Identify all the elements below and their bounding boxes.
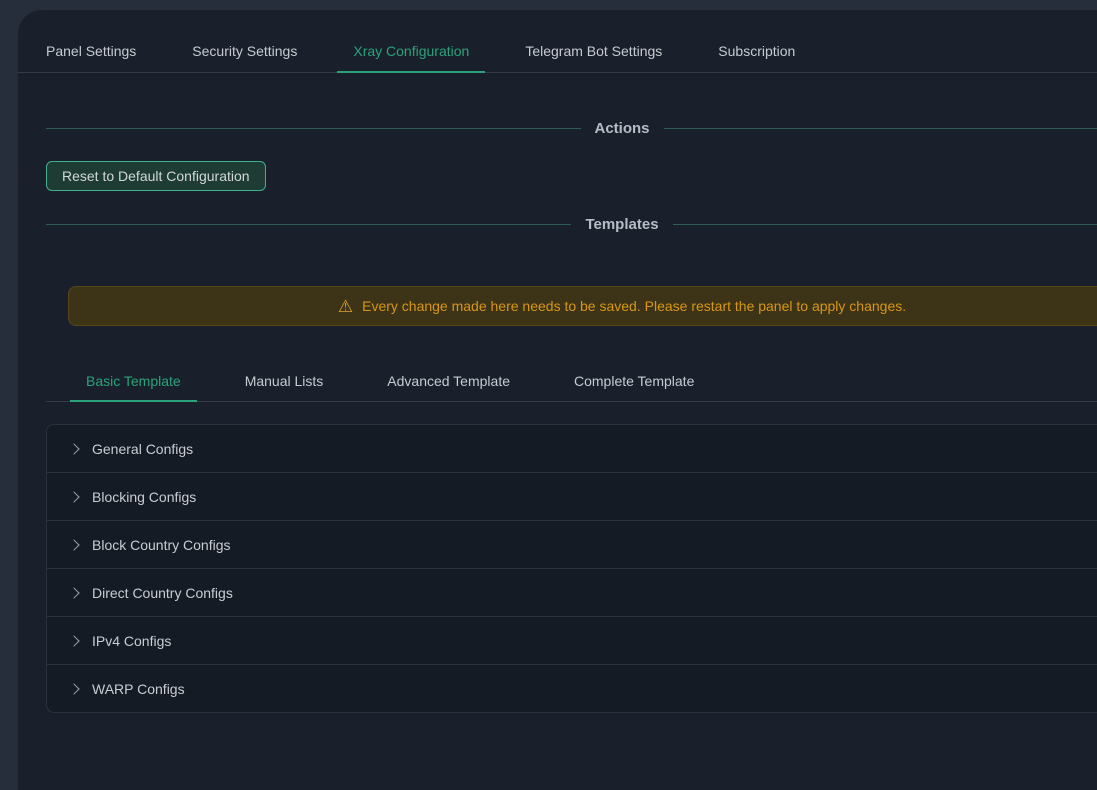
chevron-right-icon — [68, 683, 79, 694]
actions-divider: Actions — [46, 118, 1097, 138]
config-sections-accordion: General Configs Blocking Configs Block C… — [46, 424, 1097, 713]
accordion-item-label: WARP Configs — [92, 681, 185, 697]
accordion-item-label: IPv4 Configs — [92, 633, 171, 649]
tab-complete-template[interactable]: Complete Template — [558, 361, 710, 401]
divider-line — [46, 128, 581, 129]
tab-panel-settings[interactable]: Panel Settings — [30, 43, 152, 72]
accordion-item-label: Direct Country Configs — [92, 585, 233, 601]
template-tab-bar: Basic Template Manual Lists Advanced Tem… — [46, 361, 1097, 402]
warning-message: Every change made here needs to be saved… — [362, 298, 906, 314]
settings-card: Panel Settings Security Settings Xray Co… — [18, 10, 1097, 790]
divider-line — [673, 224, 1097, 225]
tab-xray-configuration[interactable]: Xray Configuration — [337, 43, 485, 72]
accordion-item-ipv4-configs[interactable]: IPv4 Configs — [47, 617, 1097, 665]
main-tab-bar: Panel Settings Security Settings Xray Co… — [18, 10, 1097, 73]
chevron-right-icon — [68, 491, 79, 502]
chevron-right-icon — [68, 635, 79, 646]
accordion-item-label: General Configs — [92, 441, 193, 457]
chevron-right-icon — [68, 539, 79, 550]
divider-line — [46, 224, 571, 225]
restart-warning-banner: ⚠ Every change made here needs to be sav… — [68, 286, 1097, 326]
tab-advanced-template[interactable]: Advanced Template — [371, 361, 526, 401]
tab-subscription[interactable]: Subscription — [702, 43, 811, 72]
accordion-item-blocking-configs[interactable]: Blocking Configs — [47, 473, 1097, 521]
tab-manual-lists[interactable]: Manual Lists — [229, 361, 340, 401]
tab-security-settings[interactable]: Security Settings — [176, 43, 313, 72]
actions-divider-title: Actions — [581, 120, 664, 137]
accordion-item-direct-country-configs[interactable]: Direct Country Configs — [47, 569, 1097, 617]
reset-to-default-button[interactable]: Reset to Default Configuration — [46, 161, 266, 191]
tab-telegram-bot-settings[interactable]: Telegram Bot Settings — [509, 43, 678, 72]
divider-line — [664, 128, 1097, 129]
warning-triangle-icon: ⚠ — [338, 298, 353, 315]
chevron-right-icon — [68, 443, 79, 454]
tab-basic-template[interactable]: Basic Template — [70, 361, 197, 401]
accordion-item-block-country-configs[interactable]: Block Country Configs — [47, 521, 1097, 569]
templates-divider-title: Templates — [571, 216, 672, 233]
chevron-right-icon — [68, 587, 79, 598]
accordion-item-warp-configs[interactable]: WARP Configs — [47, 665, 1097, 712]
templates-divider: Templates — [46, 214, 1097, 234]
accordion-item-general-configs[interactable]: General Configs — [47, 425, 1097, 473]
accordion-item-label: Blocking Configs — [92, 489, 196, 505]
accordion-item-label: Block Country Configs — [92, 537, 231, 553]
